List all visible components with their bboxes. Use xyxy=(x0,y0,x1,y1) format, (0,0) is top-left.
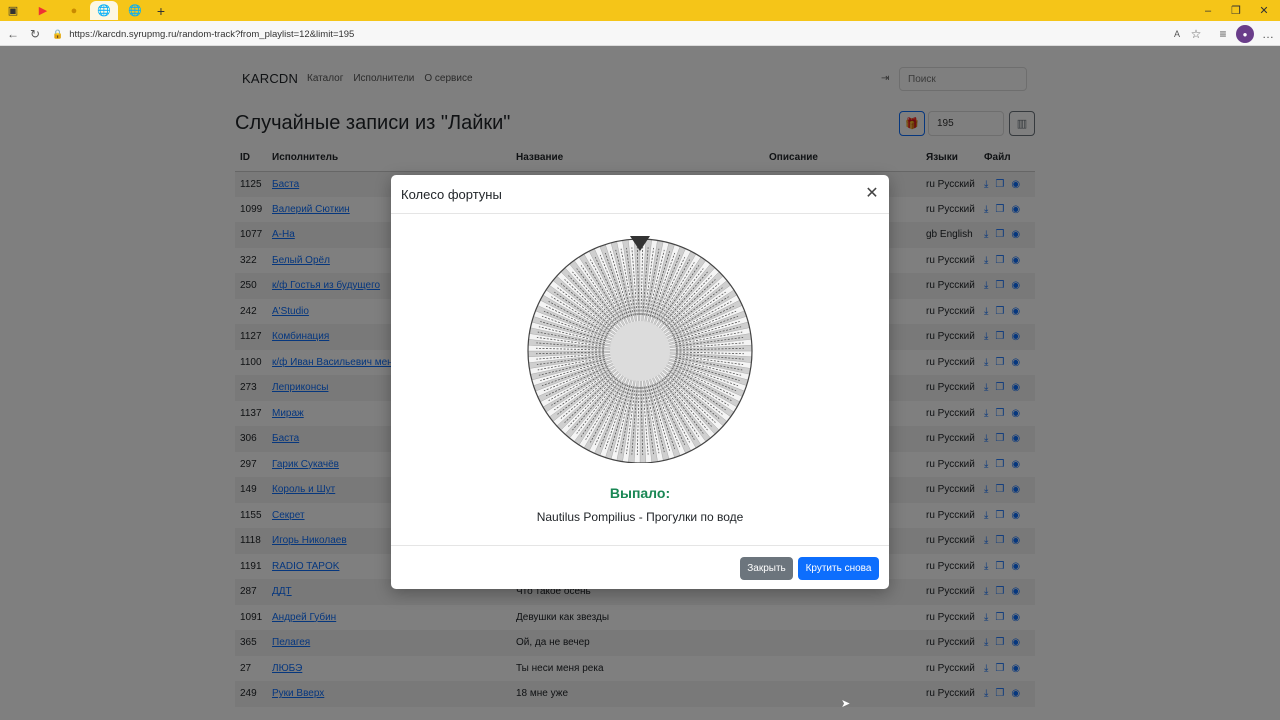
new-tab-icon[interactable]: + xyxy=(152,1,170,20)
url-text: https://karcdn.syrupmg.ru/random-track?f… xyxy=(69,28,355,40)
tab-active-karcdn[interactable]: 🌐 xyxy=(90,1,118,20)
favorites-icon[interactable]: ≡ xyxy=(1214,25,1232,43)
back-icon[interactable]: ← xyxy=(4,25,22,43)
more-menu-icon[interactable]: … xyxy=(1259,25,1277,43)
tab-actions-icon[interactable]: ▣ xyxy=(4,1,22,20)
profile-avatar[interactable]: ● xyxy=(1236,25,1254,43)
close-window-icon[interactable]: ✕ xyxy=(1250,0,1278,21)
favorite-star-icon[interactable]: ☆ xyxy=(1187,25,1205,43)
close-button[interactable]: Закрыть xyxy=(740,557,793,580)
url-field[interactable]: 🔒 https://karcdn.syrupmg.ru/random-track… xyxy=(52,24,1162,44)
close-icon[interactable]: ✕ xyxy=(863,185,881,203)
wheel-hub xyxy=(610,321,670,381)
address-bar: ← ↻ 🔒 https://karcdn.syrupmg.ru/random-t… xyxy=(0,21,1280,46)
modal-header: Колесо фортуны ✕ xyxy=(391,175,889,214)
browser-tab-bar: ▣ ▶ ● 🌐 🌐 + – ❐ ✕ xyxy=(0,0,1280,21)
fortune-wheel xyxy=(527,235,753,464)
fortune-wheel-modal: Колесо фортуны ✕ Выпало: Nautilus Pompil… xyxy=(391,175,889,589)
reload-icon[interactable]: ↻ xyxy=(26,25,44,43)
result-value: Nautilus Pompilius - Прогулки по воде xyxy=(536,510,744,524)
wheel-svg xyxy=(527,236,753,464)
maximize-icon[interactable]: ❐ xyxy=(1222,0,1250,21)
modal-footer: Закрыть Крутить снова xyxy=(391,545,889,589)
mouse-cursor-icon: ➤ xyxy=(841,698,851,710)
result-label: Выпало: xyxy=(609,485,671,501)
tab-globe[interactable]: 🌐 xyxy=(124,1,146,20)
tab-youtube[interactable]: ▶ xyxy=(32,1,54,20)
tab-favicon[interactable]: ● xyxy=(63,1,85,20)
minimize-icon[interactable]: – xyxy=(1194,0,1222,21)
spin-again-button[interactable]: Крутить снова xyxy=(798,557,879,580)
read-aloud-icon[interactable]: A xyxy=(1168,25,1186,43)
modal-title: Колесо фортуны xyxy=(401,187,502,202)
lock-icon: 🔒 xyxy=(52,28,64,39)
